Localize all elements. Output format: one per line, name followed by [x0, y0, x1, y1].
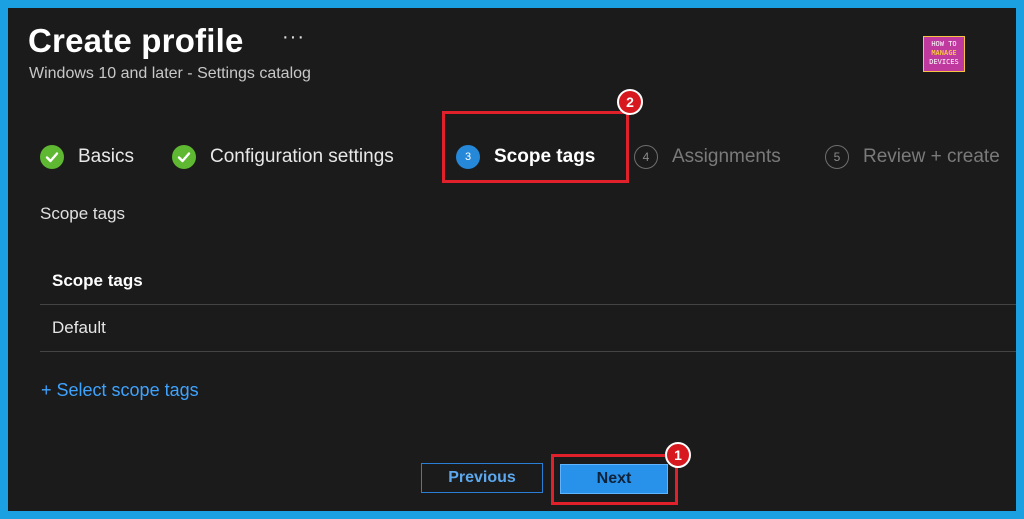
table-row[interactable]: Default: [40, 305, 1016, 352]
step-label: Configuration settings: [210, 146, 394, 167]
page-title: Create profile: [28, 22, 244, 59]
annotation-badge-2: 2: [617, 89, 643, 115]
page-subtitle: Windows 10 and later - Settings catalog: [29, 65, 311, 82]
select-scope-tags-link[interactable]: + Select scope tags: [41, 380, 199, 401]
step-label: Assignments: [672, 146, 781, 167]
step-review-create[interactable]: 5 Review + create: [825, 138, 1000, 176]
step-label: Basics: [78, 146, 134, 167]
step-label: Review + create: [863, 146, 1000, 167]
check-icon: [172, 145, 196, 169]
annotation-badge-1: 1: [665, 442, 691, 468]
step-configuration-settings[interactable]: Configuration settings: [172, 138, 394, 176]
section-heading: Scope tags: [40, 204, 126, 223]
highlight-box-next: [551, 454, 678, 505]
table-header: Scope tags: [40, 258, 1016, 305]
app-window: Create profile ··· Windows 10 and later …: [8, 8, 1016, 511]
previous-button[interactable]: Previous: [421, 463, 543, 493]
step-number-icon: 5: [825, 145, 849, 169]
step-basics[interactable]: Basics: [40, 138, 134, 176]
how-to-manage-devices-logo: HOW TO MANAGE DEVICES: [923, 36, 965, 72]
highlight-box-scope-tags: [442, 111, 629, 183]
more-options-icon[interactable]: ···: [282, 26, 305, 49]
step-assignments[interactable]: 4 Assignments: [634, 138, 781, 176]
scope-tags-table: Scope tags Default: [40, 258, 1016, 352]
check-icon: [40, 145, 64, 169]
step-number-icon: 4: [634, 145, 658, 169]
